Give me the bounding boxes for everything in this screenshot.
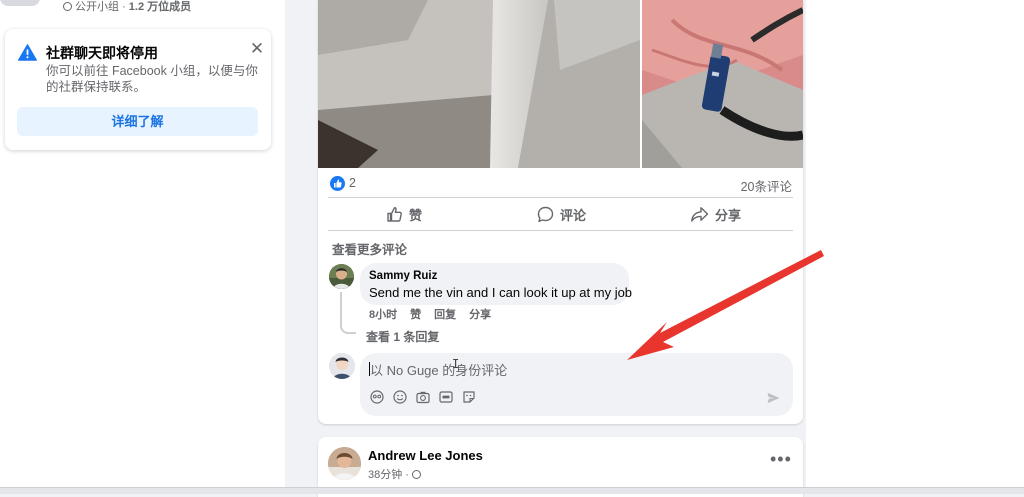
composer-tools: [370, 390, 485, 404]
comment-author[interactable]: Sammy Ruiz: [369, 270, 437, 282]
group-meta-text: 公开小组 · 1.2 万位成员: [63, 0, 191, 14]
post-card: 2 20条评论 赞 评论 分享 查看更多评论 Sammy Ruiz Send m…: [318, 0, 803, 424]
avatar[interactable]: [329, 353, 355, 379]
group-avatar[interactable]: [0, 0, 40, 6]
ibeam-cursor: I: [452, 357, 460, 371]
post-photo-1[interactable]: [318, 0, 640, 168]
comment-input[interactable]: [368, 358, 752, 382]
like-button[interactable]: 赞: [386, 201, 422, 227]
gif-icon[interactable]: [439, 390, 453, 404]
post-author[interactable]: Andrew Lee Jones: [368, 448, 483, 463]
like-reaction-icon[interactable]: [330, 176, 345, 191]
comment-time[interactable]: 8小时: [369, 309, 397, 321]
notice-title: 社群聊天即将停用: [46, 45, 158, 61]
close-icon[interactable]: ✕: [248, 40, 266, 58]
comment-text: Send me the vin and I can look it up at …: [369, 285, 633, 300]
thumbs-up-icon: [387, 206, 402, 222]
share-button[interactable]: 分享: [690, 201, 741, 227]
like-label: 赞: [409, 207, 423, 223]
comment-count[interactable]: 20条评论: [741, 176, 792, 195]
avatar[interactable]: [328, 447, 361, 480]
sticker-icon[interactable]: [462, 390, 476, 404]
globe-icon: [412, 470, 422, 479]
member-count: 1.2 万位成员: [128, 1, 192, 13]
avatar-sticker-icon[interactable]: [370, 390, 384, 404]
comment-composer[interactable]: [360, 353, 793, 416]
post-time-text: 38分钟 ·: [368, 469, 413, 481]
globe-icon: [63, 2, 72, 11]
comment-bubble: Sammy Ruiz Send me the vin and I can loo…: [360, 263, 633, 305]
view-more-comments-link[interactable]: 查看更多评论: [332, 239, 407, 258]
reaction-count[interactable]: 2: [349, 176, 356, 190]
comment-share-button[interactable]: 分享: [469, 309, 491, 321]
learn-more-button[interactable]: 详细了解: [17, 107, 258, 136]
more-options-icon[interactable]: •••: [770, 450, 792, 468]
group-privacy: 公开小组 ·: [75, 1, 129, 13]
share-label: 分享: [715, 207, 742, 223]
text-caret: [369, 362, 370, 376]
left-sidebar: 公开小组 · 1.2 万位成员 社群聊天即将停用 你可以前往 Facebook …: [0, 0, 285, 493]
right-pane: [806, 0, 1024, 493]
reply-thread-line: [340, 292, 356, 334]
emoji-icon[interactable]: [393, 390, 407, 404]
comment-meta: 8小时 赞 回复 分享: [369, 306, 504, 322]
divider: [328, 230, 793, 231]
comment-bubble-icon: [537, 206, 554, 222]
post-time[interactable]: 38分钟 ·: [368, 466, 424, 482]
post-photo-2[interactable]: [642, 0, 803, 168]
comment-like-button[interactable]: 赞: [410, 309, 421, 321]
warning-icon: [18, 44, 37, 61]
chat-deprecation-notice: 社群聊天即将停用 你可以前往 Facebook 小组，以便与你的社群保持联系。 …: [5, 29, 271, 150]
share-arrow-icon: [691, 206, 709, 222]
comment-button[interactable]: 评论: [537, 201, 586, 227]
comment-label: 评论: [560, 207, 587, 223]
view-replies-link[interactable]: 查看 1 条回复: [366, 328, 439, 345]
group-meta: 公开小组 · 1.2 万位成员: [0, 0, 285, 14]
notice-body: 你可以前往 Facebook 小组，以便与你的社群保持联系。: [46, 64, 258, 94]
divider: [328, 197, 793, 198]
camera-icon[interactable]: [416, 390, 430, 404]
send-icon[interactable]: [767, 392, 780, 404]
comment-reply-button[interactable]: 回复: [434, 309, 456, 321]
avatar[interactable]: [329, 264, 354, 289]
